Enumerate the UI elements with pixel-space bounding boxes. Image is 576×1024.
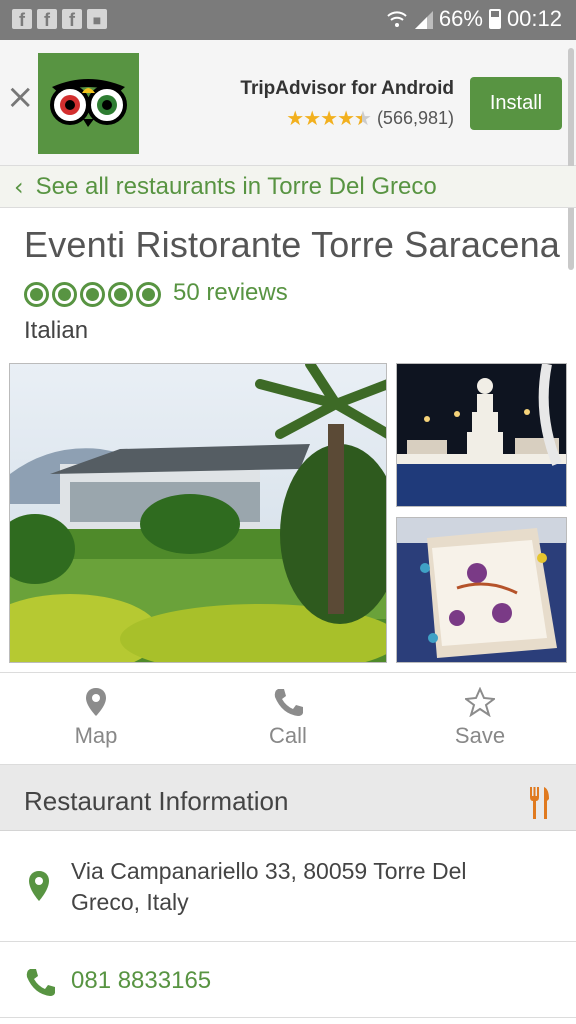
map-label: Map — [74, 723, 118, 748]
phone-icon — [26, 969, 55, 996]
tripadvisor-owl-icon[interactable] — [38, 53, 139, 154]
phone-row[interactable]: 081 8833165 — [0, 943, 576, 1018]
reviews-link[interactable]: 50 reviews — [173, 279, 288, 307]
close-icon[interactable]: × — [6, 80, 35, 114]
scrollbar[interactable] — [568, 48, 574, 270]
see-all-restaurants-link[interactable]: ‹ See all restaurants in Torre Del Greco — [0, 166, 576, 208]
battery-icon — [488, 9, 501, 29]
rating-bubble — [136, 282, 161, 307]
address-text: Via Campanariello 33, 80059 Torre Del Gr… — [71, 858, 467, 915]
install-button[interactable]: Install — [470, 77, 562, 130]
wifi-icon — [387, 11, 407, 27]
rating-stars: ★★★★★★ — [286, 106, 372, 130]
location-pin-icon — [29, 871, 49, 901]
phone-icon — [274, 689, 303, 716]
banner-rating: ★★★★★★ (566,981) — [286, 106, 454, 130]
save-label: Save — [454, 723, 506, 748]
restaurant-info-header[interactable]: Restaurant Information — [0, 765, 576, 831]
notification-icons: f f f ■ — [12, 9, 107, 30]
system-status: 66% 00:12 — [387, 6, 562, 32]
phone-number[interactable]: 081 8833165 — [71, 967, 211, 995]
call-button[interactable]: Call — [228, 687, 348, 749]
rating-count: (566,981) — [376, 107, 454, 128]
action-bar: Map Call Save — [0, 672, 576, 765]
shopping-bag-icon: ■ — [87, 9, 107, 29]
cake-photo[interactable] — [396, 363, 567, 507]
rating-bubble — [52, 282, 77, 307]
save-button[interactable]: Save — [420, 687, 540, 749]
rating-bubbles — [24, 282, 161, 307]
address-row[interactable]: Via Campanariello 33, 80059 Torre Del Gr… — [0, 832, 576, 942]
cuisine-label: Italian — [24, 317, 89, 344]
call-label: Call — [269, 723, 307, 748]
facebook-icon: f — [37, 9, 57, 30]
battery-percent: 66% — [438, 6, 483, 31]
chevron-left-icon: ‹ — [14, 172, 24, 201]
facebook-icon: f — [62, 9, 82, 30]
rating-bubble — [24, 282, 49, 307]
signal-icon — [414, 11, 433, 29]
rating-bubble — [80, 282, 105, 307]
clock: 00:12 — [506, 6, 562, 31]
map-button[interactable]: Map — [36, 687, 156, 749]
main-photo[interactable] — [9, 363, 387, 663]
rating-bubble — [108, 282, 133, 307]
star-icon — [465, 687, 495, 717]
map-pin-icon — [86, 688, 106, 716]
banner-app-name: TripAdvisor for Android — [240, 78, 454, 99]
see-all-label: See all restaurants in Torre Del Greco — [35, 172, 437, 200]
status-bar: f f f ■ 66% 00:12 — [0, 0, 576, 40]
decorated-cake-photo[interactable] — [396, 517, 567, 663]
section-title: Restaurant Information — [24, 786, 289, 816]
app-install-banner: × TripAdvisor for Android ★★★★★★ (566,98… — [0, 40, 576, 166]
facebook-icon: f — [12, 9, 32, 30]
fork-knife-icon — [530, 787, 549, 819]
restaurant-name: Eventi Ristorante Torre Saracena — [24, 224, 561, 265]
